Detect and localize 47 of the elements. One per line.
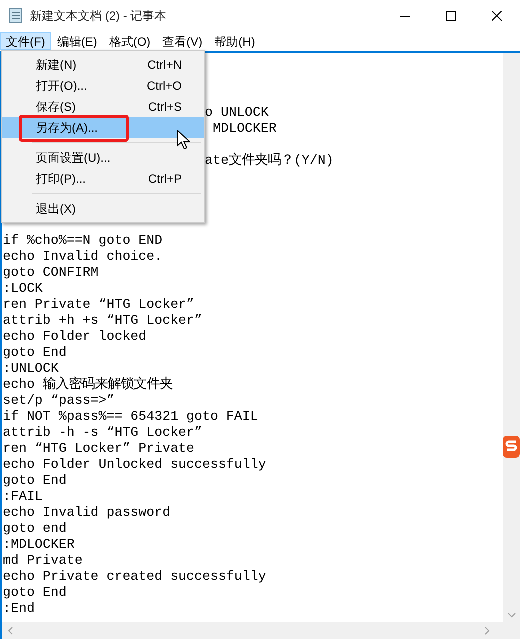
maximize-icon [446, 11, 456, 21]
code-line: ate文件夹吗？(Y/N) [205, 153, 334, 168]
input-method-icon[interactable] [503, 436, 520, 458]
menu-item[interactable]: 另存为(A)... [2, 117, 204, 138]
code-line: echo Private created successfully [3, 569, 266, 584]
code-line: :End [3, 601, 35, 616]
horizontal-scrollbar[interactable] [2, 622, 520, 639]
menu-item[interactable]: 页面设置(U)... [2, 147, 204, 168]
close-icon [492, 11, 502, 21]
code-line: md Private [3, 553, 83, 568]
code-line: if NOT %pass%== 654321 goto FAIL [3, 409, 258, 424]
code-line: goto End [3, 473, 67, 488]
code-line: goto End [3, 585, 67, 600]
code-line: echo Invalid choice. [3, 249, 163, 264]
code-line: :UNLOCK [3, 361, 59, 376]
mouse-pointer-icon [177, 130, 190, 150]
menu-bar-item[interactable]: 帮助(H) [208, 32, 262, 50]
vertical-scrollbar[interactable] [503, 53, 520, 622]
code-line: :LOCK [3, 281, 43, 296]
menu-item[interactable]: 保存(S) Ctrl+S [2, 96, 204, 117]
window-title: 新建文本文档 (2) - 记事本 [30, 8, 167, 25]
menu-bar-item[interactable]: 文件(F) [0, 32, 52, 50]
code-line: goto CONFIRM [3, 265, 99, 280]
menu-bar-item[interactable]: 格式(O) [103, 32, 157, 50]
notepad-icon [8, 8, 24, 24]
code-line: echo Folder locked [3, 329, 147, 344]
code-line: attrib -h -s “HTG Locker” [3, 425, 202, 440]
code-line: if %cho%==N goto END [3, 233, 163, 248]
menu-item[interactable]: 退出(X) [2, 198, 204, 219]
code-line: MDLOCKER [213, 121, 277, 136]
code-line: ren “HTG Locker” Private [3, 441, 195, 456]
code-line: goto end [3, 521, 67, 536]
menu-bar-item[interactable]: 编辑(E) [51, 32, 104, 50]
code-line: echo Folder Unlocked successfully [3, 457, 266, 472]
menu-item[interactable]: 打印(P)... Ctrl+P [2, 168, 204, 189]
menu-bar-item[interactable]: 查看(V) [156, 32, 209, 50]
code-line: echo 输入密码来解锁文件夹 [3, 377, 173, 392]
code-line: set/p “pass=>” [3, 393, 115, 408]
code-line: echo Invalid password [3, 505, 171, 520]
code-line: o UNLOCK [205, 105, 269, 120]
menu-item[interactable]: 新建(N) Ctrl+N [2, 54, 204, 75]
menu-item[interactable]: 打开(O)... Ctrl+O [2, 75, 204, 96]
code-line: :MDLOCKER [3, 537, 75, 552]
code-line: :FAIL [3, 489, 43, 504]
code-line: attrib +h +s “HTG Locker” [3, 313, 202, 328]
code-line: goto End [3, 345, 67, 360]
code-line: ren Private “HTG Locker” [3, 297, 195, 312]
